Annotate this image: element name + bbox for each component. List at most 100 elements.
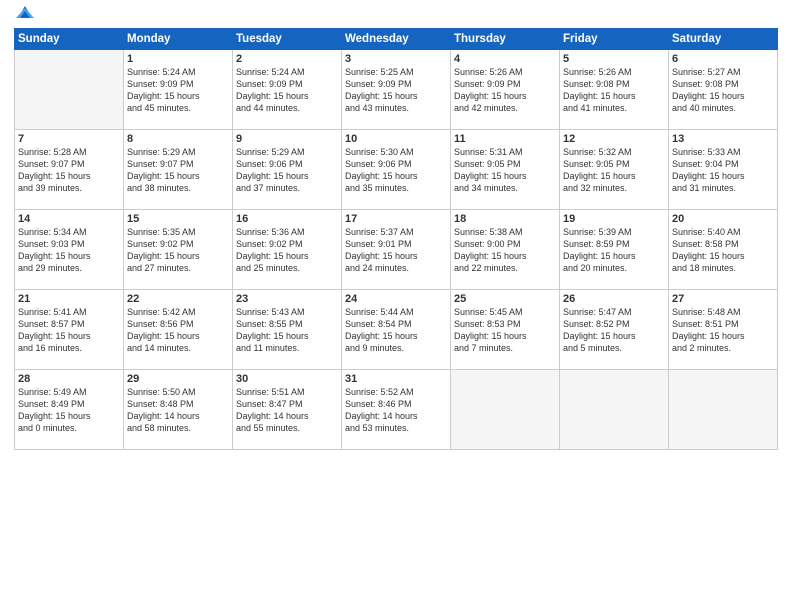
calendar-cell: 7Sunrise: 5:28 AM Sunset: 9:07 PM Daylig… bbox=[15, 130, 124, 210]
calendar-cell: 1Sunrise: 5:24 AM Sunset: 9:09 PM Daylig… bbox=[124, 50, 233, 130]
day-info: Sunrise: 5:26 AM Sunset: 9:08 PM Dayligh… bbox=[563, 66, 665, 115]
calendar-cell: 11Sunrise: 5:31 AM Sunset: 9:05 PM Dayli… bbox=[451, 130, 560, 210]
day-info: Sunrise: 5:31 AM Sunset: 9:05 PM Dayligh… bbox=[454, 146, 556, 195]
day-info: Sunrise: 5:44 AM Sunset: 8:54 PM Dayligh… bbox=[345, 306, 447, 355]
calendar-cell: 15Sunrise: 5:35 AM Sunset: 9:02 PM Dayli… bbox=[124, 210, 233, 290]
day-info: Sunrise: 5:37 AM Sunset: 9:01 PM Dayligh… bbox=[345, 226, 447, 275]
calendar-cell: 31Sunrise: 5:52 AM Sunset: 8:46 PM Dayli… bbox=[342, 370, 451, 450]
day-number: 17 bbox=[345, 213, 447, 225]
day-number: 18 bbox=[454, 213, 556, 225]
day-number: 19 bbox=[563, 213, 665, 225]
day-number: 27 bbox=[672, 293, 774, 305]
day-number: 23 bbox=[236, 293, 338, 305]
week-row-3: 21Sunrise: 5:41 AM Sunset: 8:57 PM Dayli… bbox=[15, 290, 778, 370]
day-info: Sunrise: 5:24 AM Sunset: 9:09 PM Dayligh… bbox=[127, 66, 229, 115]
day-info: Sunrise: 5:38 AM Sunset: 9:00 PM Dayligh… bbox=[454, 226, 556, 275]
weekday-header-row: SundayMondayTuesdayWednesdayThursdayFrid… bbox=[15, 29, 778, 50]
weekday-header-friday: Friday bbox=[560, 29, 669, 50]
day-number: 10 bbox=[345, 133, 447, 145]
day-info: Sunrise: 5:51 AM Sunset: 8:47 PM Dayligh… bbox=[236, 386, 338, 435]
calendar-cell: 5Sunrise: 5:26 AM Sunset: 9:08 PM Daylig… bbox=[560, 50, 669, 130]
weekday-header-monday: Monday bbox=[124, 29, 233, 50]
weekday-header-tuesday: Tuesday bbox=[233, 29, 342, 50]
day-number: 11 bbox=[454, 133, 556, 145]
day-info: Sunrise: 5:33 AM Sunset: 9:04 PM Dayligh… bbox=[672, 146, 774, 195]
day-number: 6 bbox=[672, 53, 774, 65]
day-number: 29 bbox=[127, 373, 229, 385]
day-number: 15 bbox=[127, 213, 229, 225]
week-row-4: 28Sunrise: 5:49 AM Sunset: 8:49 PM Dayli… bbox=[15, 370, 778, 450]
day-number: 30 bbox=[236, 373, 338, 385]
calendar-cell: 10Sunrise: 5:30 AM Sunset: 9:06 PM Dayli… bbox=[342, 130, 451, 210]
calendar-cell: 9Sunrise: 5:29 AM Sunset: 9:06 PM Daylig… bbox=[233, 130, 342, 210]
calendar-cell bbox=[15, 50, 124, 130]
day-info: Sunrise: 5:30 AM Sunset: 9:06 PM Dayligh… bbox=[345, 146, 447, 195]
calendar-cell: 12Sunrise: 5:32 AM Sunset: 9:05 PM Dayli… bbox=[560, 130, 669, 210]
day-info: Sunrise: 5:29 AM Sunset: 9:07 PM Dayligh… bbox=[127, 146, 229, 195]
day-info: Sunrise: 5:24 AM Sunset: 9:09 PM Dayligh… bbox=[236, 66, 338, 115]
calendar-cell: 25Sunrise: 5:45 AM Sunset: 8:53 PM Dayli… bbox=[451, 290, 560, 370]
calendar-cell bbox=[451, 370, 560, 450]
calendar-cell: 24Sunrise: 5:44 AM Sunset: 8:54 PM Dayli… bbox=[342, 290, 451, 370]
day-number: 9 bbox=[236, 133, 338, 145]
day-number: 28 bbox=[18, 373, 120, 385]
day-info: Sunrise: 5:40 AM Sunset: 8:58 PM Dayligh… bbox=[672, 226, 774, 275]
calendar-cell: 14Sunrise: 5:34 AM Sunset: 9:03 PM Dayli… bbox=[15, 210, 124, 290]
weekday-header-wednesday: Wednesday bbox=[342, 29, 451, 50]
calendar-cell: 28Sunrise: 5:49 AM Sunset: 8:49 PM Dayli… bbox=[15, 370, 124, 450]
day-number: 22 bbox=[127, 293, 229, 305]
logo bbox=[14, 14, 34, 22]
day-number: 13 bbox=[672, 133, 774, 145]
calendar-cell: 26Sunrise: 5:47 AM Sunset: 8:52 PM Dayli… bbox=[560, 290, 669, 370]
calendar-cell: 30Sunrise: 5:51 AM Sunset: 8:47 PM Dayli… bbox=[233, 370, 342, 450]
calendar-cell: 22Sunrise: 5:42 AM Sunset: 8:56 PM Dayli… bbox=[124, 290, 233, 370]
day-number: 14 bbox=[18, 213, 120, 225]
day-info: Sunrise: 5:26 AM Sunset: 9:09 PM Dayligh… bbox=[454, 66, 556, 115]
day-info: Sunrise: 5:48 AM Sunset: 8:51 PM Dayligh… bbox=[672, 306, 774, 355]
day-number: 24 bbox=[345, 293, 447, 305]
day-number: 1 bbox=[127, 53, 229, 65]
page: SundayMondayTuesdayWednesdayThursdayFrid… bbox=[0, 0, 792, 612]
calendar-cell: 18Sunrise: 5:38 AM Sunset: 9:00 PM Dayli… bbox=[451, 210, 560, 290]
day-info: Sunrise: 5:42 AM Sunset: 8:56 PM Dayligh… bbox=[127, 306, 229, 355]
calendar-cell: 20Sunrise: 5:40 AM Sunset: 8:58 PM Dayli… bbox=[669, 210, 778, 290]
week-row-1: 7Sunrise: 5:28 AM Sunset: 9:07 PM Daylig… bbox=[15, 130, 778, 210]
day-info: Sunrise: 5:41 AM Sunset: 8:57 PM Dayligh… bbox=[18, 306, 120, 355]
weekday-header-sunday: Sunday bbox=[15, 29, 124, 50]
day-info: Sunrise: 5:36 AM Sunset: 9:02 PM Dayligh… bbox=[236, 226, 338, 275]
day-info: Sunrise: 5:50 AM Sunset: 8:48 PM Dayligh… bbox=[127, 386, 229, 435]
calendar-cell: 8Sunrise: 5:29 AM Sunset: 9:07 PM Daylig… bbox=[124, 130, 233, 210]
calendar-cell: 27Sunrise: 5:48 AM Sunset: 8:51 PM Dayli… bbox=[669, 290, 778, 370]
week-row-2: 14Sunrise: 5:34 AM Sunset: 9:03 PM Dayli… bbox=[15, 210, 778, 290]
calendar-cell: 29Sunrise: 5:50 AM Sunset: 8:48 PM Dayli… bbox=[124, 370, 233, 450]
day-number: 21 bbox=[18, 293, 120, 305]
day-number: 20 bbox=[672, 213, 774, 225]
calendar-cell: 4Sunrise: 5:26 AM Sunset: 9:09 PM Daylig… bbox=[451, 50, 560, 130]
day-info: Sunrise: 5:52 AM Sunset: 8:46 PM Dayligh… bbox=[345, 386, 447, 435]
calendar-cell: 6Sunrise: 5:27 AM Sunset: 9:08 PM Daylig… bbox=[669, 50, 778, 130]
day-info: Sunrise: 5:28 AM Sunset: 9:07 PM Dayligh… bbox=[18, 146, 120, 195]
day-number: 3 bbox=[345, 53, 447, 65]
calendar-cell bbox=[560, 370, 669, 450]
day-number: 7 bbox=[18, 133, 120, 145]
day-info: Sunrise: 5:35 AM Sunset: 9:02 PM Dayligh… bbox=[127, 226, 229, 275]
calendar-cell: 13Sunrise: 5:33 AM Sunset: 9:04 PM Dayli… bbox=[669, 130, 778, 210]
calendar-cell: 19Sunrise: 5:39 AM Sunset: 8:59 PM Dayli… bbox=[560, 210, 669, 290]
calendar-cell bbox=[669, 370, 778, 450]
weekday-header-saturday: Saturday bbox=[669, 29, 778, 50]
calendar-cell: 21Sunrise: 5:41 AM Sunset: 8:57 PM Dayli… bbox=[15, 290, 124, 370]
day-info: Sunrise: 5:43 AM Sunset: 8:55 PM Dayligh… bbox=[236, 306, 338, 355]
calendar-cell: 23Sunrise: 5:43 AM Sunset: 8:55 PM Dayli… bbox=[233, 290, 342, 370]
day-info: Sunrise: 5:47 AM Sunset: 8:52 PM Dayligh… bbox=[563, 306, 665, 355]
day-number: 25 bbox=[454, 293, 556, 305]
header bbox=[14, 10, 778, 22]
day-info: Sunrise: 5:39 AM Sunset: 8:59 PM Dayligh… bbox=[563, 226, 665, 275]
day-number: 5 bbox=[563, 53, 665, 65]
day-number: 31 bbox=[345, 373, 447, 385]
day-number: 2 bbox=[236, 53, 338, 65]
day-info: Sunrise: 5:29 AM Sunset: 9:06 PM Dayligh… bbox=[236, 146, 338, 195]
day-number: 8 bbox=[127, 133, 229, 145]
logo-icon bbox=[16, 4, 34, 22]
day-number: 12 bbox=[563, 133, 665, 145]
week-row-0: 1Sunrise: 5:24 AM Sunset: 9:09 PM Daylig… bbox=[15, 50, 778, 130]
